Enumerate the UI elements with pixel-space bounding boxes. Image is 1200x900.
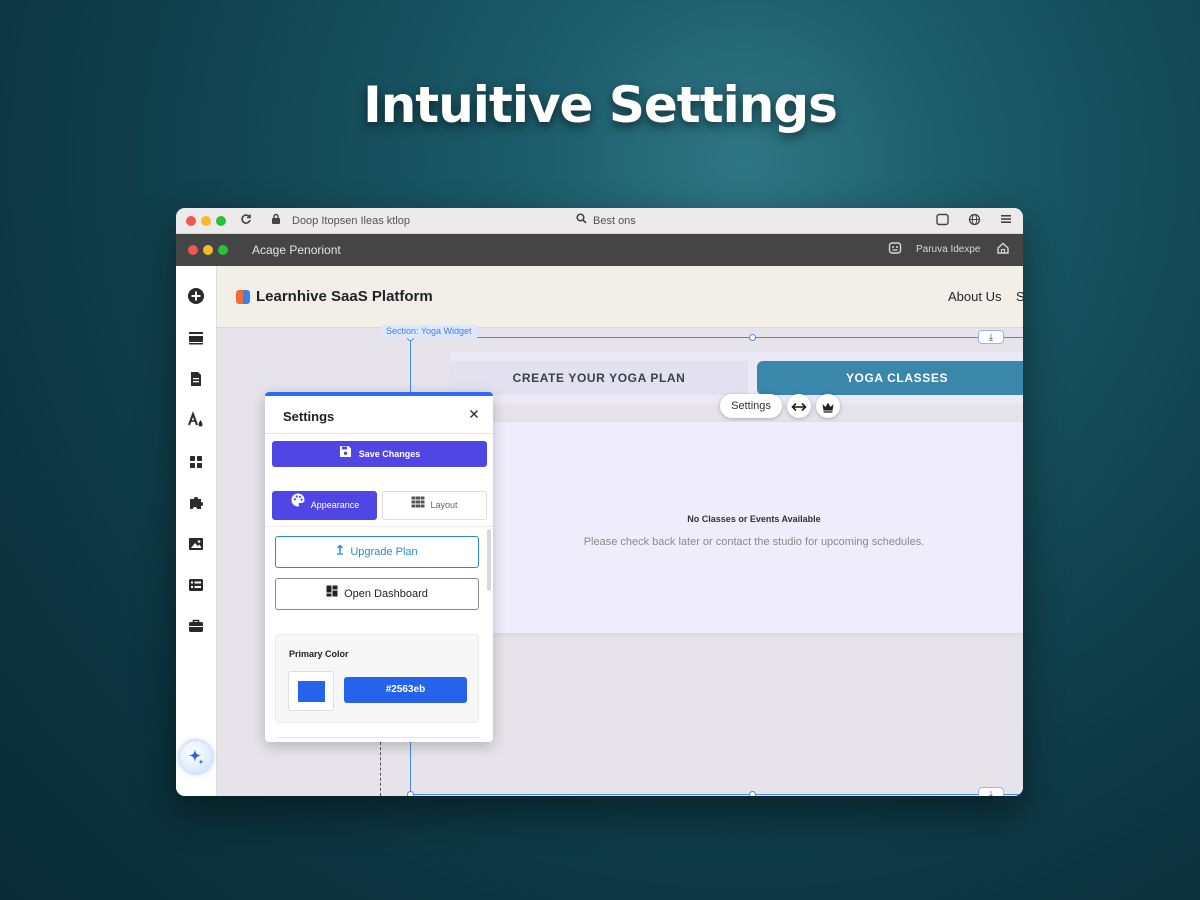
close-app-dot[interactable]: [188, 245, 198, 255]
selection-top-edge: [410, 337, 1023, 338]
section-label: Section: Yoga Widget: [381, 325, 477, 338]
primary-color-card: Primary Color #2563eb: [275, 634, 479, 723]
open-dashboard-button[interactable]: Open Dashboard: [275, 578, 479, 610]
panel-divider: [265, 433, 493, 434]
grid-icon: [411, 492, 425, 519]
list-icon[interactable]: [186, 575, 206, 595]
open-dashboard-label: Open Dashboard: [344, 588, 428, 600]
floating-settings-button[interactable]: Settings: [720, 394, 782, 418]
download-handle-top[interactable]: ⤓: [978, 330, 1004, 344]
maximize-window-dot[interactable]: [216, 216, 226, 226]
brand-name[interactable]: Learnhive SaaS Platform: [256, 288, 433, 305]
add-icon[interactable]: [186, 286, 206, 306]
panel-scrollbar[interactable]: [487, 529, 491, 591]
stretch-icon[interactable]: [787, 394, 811, 418]
upgrade-plan-label: Upgrade Plan: [350, 546, 418, 558]
lock-icon: [271, 213, 281, 228]
page-icon[interactable]: [186, 369, 206, 389]
apps-icon[interactable]: [186, 452, 206, 472]
search-icon: [576, 213, 587, 227]
resize-handle-top-mid[interactable]: [749, 334, 756, 341]
resize-handle-bottom-mid[interactable]: [749, 791, 756, 796]
close-window-dot[interactable]: [186, 216, 196, 226]
nav-next-link[interactable]: S: [1016, 289, 1023, 304]
site-header: Learnhive SaaS Platform About Us S: [217, 266, 1023, 328]
close-icon[interactable]: [466, 406, 482, 422]
palette-icon: [290, 491, 306, 520]
panel-divider-2: [265, 526, 493, 527]
home-icon[interactable]: [995, 241, 1011, 257]
app-titlebar: Acage Penoriont Paruva Idexpe: [176, 234, 1023, 266]
save-changes-label: Save Changes: [358, 449, 421, 459]
address-bar-text[interactable]: Doop Itopsen Ileas ktlop: [292, 215, 410, 227]
upgrade-plan-button[interactable]: Upgrade Plan: [275, 536, 479, 568]
settings-panel: Settings Save Changes Appearance Layout: [265, 392, 493, 742]
minimize-app-dot[interactable]: [203, 245, 213, 255]
globe-icon[interactable]: [968, 213, 981, 229]
save-icon: [339, 442, 352, 468]
menu-icon[interactable]: [1000, 213, 1012, 228]
classes-panel: No Classes or Events Available Please ch…: [450, 421, 1023, 633]
tab-appearance-label: Appearance: [310, 500, 360, 510]
headline: Intuitive Settings: [363, 76, 838, 134]
tab-appearance[interactable]: Appearance: [272, 491, 377, 520]
primary-color-label: Primary Color: [289, 649, 349, 659]
panel-accent-bar: [265, 392, 493, 396]
tab-create-yoga-plan[interactable]: CREATE YOUR YOGA PLAN: [450, 361, 748, 395]
maximize-app-dot[interactable]: [218, 245, 228, 255]
panel-bottom-divider: [275, 737, 479, 738]
primary-color-hex-field[interactable]: #2563eb: [344, 677, 467, 703]
tab-layout[interactable]: Layout: [382, 491, 487, 520]
app-title: Acage Penoriont: [252, 243, 341, 257]
user-icon[interactable]: [887, 241, 903, 257]
nav-about-link[interactable]: About Us: [948, 289, 1001, 304]
selection-bottom-edge: [410, 794, 1023, 795]
tab-yoga-classes[interactable]: YOGA CLASSES: [757, 361, 1023, 395]
layout-icon[interactable]: [186, 328, 206, 348]
ai-sparkle-icon[interactable]: [180, 741, 212, 773]
color-swatch: [298, 681, 325, 702]
save-changes-button[interactable]: Save Changes: [272, 441, 487, 467]
tab-layout-label: Layout: [430, 500, 458, 510]
upload-arrow-icon: [336, 537, 344, 567]
puzzle-icon[interactable]: [186, 493, 206, 513]
minimize-window-dot[interactable]: [201, 216, 211, 226]
window-icon[interactable]: [936, 213, 949, 229]
empty-state-title: No Classes or Events Available: [687, 514, 821, 524]
browser-toolbar: Doop Itopsen Ileas ktlop Best ons: [176, 208, 1023, 234]
theme-icon[interactable]: [186, 410, 206, 430]
briefcase-icon[interactable]: [186, 616, 206, 636]
empty-state-message: Please check back later or contact the s…: [583, 536, 925, 548]
editor-canvas[interactable]: Learnhive SaaS Platform About Us S ⤓ ⤓ S…: [217, 266, 1023, 796]
download-handle-bottom[interactable]: ⤓: [978, 787, 1004, 796]
resize-handle-bottom-left[interactable]: [407, 791, 414, 796]
reload-icon[interactable]: [240, 213, 252, 228]
app-right-text[interactable]: Paruva Idexpe: [916, 244, 981, 255]
app-window: Doop Itopsen Ileas ktlop Best ons Acage …: [176, 208, 1023, 796]
editor-sidebar: [176, 266, 217, 796]
settings-panel-title: Settings: [283, 409, 335, 424]
color-swatch-picker[interactable]: [288, 671, 334, 711]
search-field-text[interactable]: Best ons: [593, 215, 636, 227]
brand-logo: [236, 290, 250, 304]
dashboard-icon: [326, 579, 338, 609]
crown-icon[interactable]: [816, 394, 840, 418]
image-icon[interactable]: [186, 534, 206, 554]
